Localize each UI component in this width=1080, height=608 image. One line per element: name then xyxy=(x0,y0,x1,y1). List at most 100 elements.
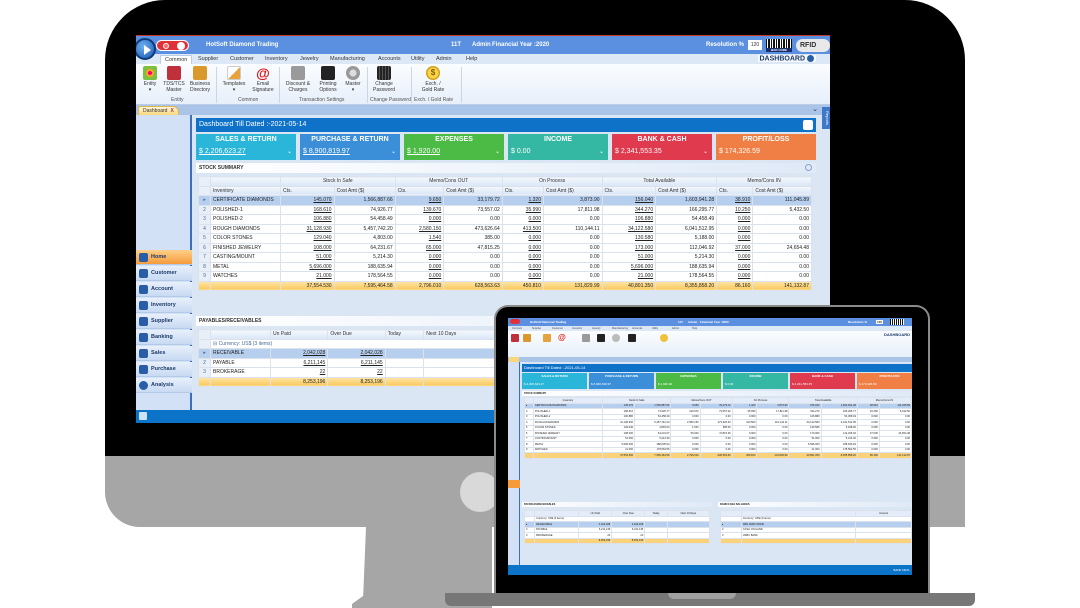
chevron-down-icon[interactable]: ⌄ xyxy=(703,148,708,155)
discount-charges-button[interactable]: Discount & Charges xyxy=(283,66,313,93)
templates-button[interactable]: Templates ▾ xyxy=(220,66,248,93)
kpi-income[interactable]: INCOME $ 0.00 xyxy=(723,373,788,389)
ribbon-tab-utility[interactable]: Utility xyxy=(407,55,428,63)
ribbon-tab-accounts[interactable]: Accounts xyxy=(632,327,642,330)
change-password-button[interactable]: Change Password xyxy=(370,66,398,93)
column-header-overdue[interactable]: Over Due xyxy=(327,329,386,340)
table-row[interactable]: 7 CASTING/MOUNT 51.000 5,214.30 0.000 0.00 0.0… xyxy=(198,252,812,263)
calculator-icon[interactable] xyxy=(582,334,590,342)
dashboard-label[interactable]: DASHBOARD xyxy=(757,55,816,63)
ribbon-tab-utility[interactable]: Utility xyxy=(652,327,658,330)
kpi-bank-cash[interactable]: BANK & CASH $ 2,341,553.35 ⌄ xyxy=(612,134,712,160)
table-row[interactable]: 2 PAYABLE 6,211,145 6,211,145 xyxy=(198,357,498,368)
column-header-unpaid[interactable]: Un Paid xyxy=(269,329,329,340)
sidebar-item-inventory[interactable]: Inventory xyxy=(136,298,192,313)
ribbon-tab-supplier[interactable]: Supplier xyxy=(532,327,541,330)
ribbon-tab-customer[interactable]: Customer xyxy=(552,327,563,330)
status-text[interactable]: BANK DETL xyxy=(893,568,910,572)
kpi-profit-loss[interactable]: PROFIT/LOSS $ 174,326.59 xyxy=(857,373,912,389)
ribbon-tab-manufacturing[interactable]: Manufacturing xyxy=(612,327,628,330)
column-header-cost-amt[interactable]: Cost Amt ($) xyxy=(443,185,503,196)
collapse-icon[interactable] xyxy=(805,164,812,171)
ribbon-tab-jewelry[interactable]: Jewelry xyxy=(296,55,323,63)
table-row[interactable]: ▸ CERTIFICATE DIAMONDS 145.070 1,566,887.66… xyxy=(198,195,812,206)
table-row[interactable]: 3 POLISHED-2 106.880 54,458.49 0.000 0.00 0.00… xyxy=(198,214,812,225)
power-toggle[interactable] xyxy=(510,319,520,324)
sidebar-item-customer[interactable]: Customer xyxy=(136,266,192,281)
ribbon-tab-customer[interactable]: Customer xyxy=(226,55,258,63)
directory-book-icon[interactable] xyxy=(523,334,531,342)
column-header-cts[interactable]: Cts. xyxy=(280,185,335,196)
chevron-down-icon[interactable]: ⌄ xyxy=(812,105,818,113)
gear-lock-icon[interactable] xyxy=(612,334,620,342)
column-header-cost-amt[interactable]: Cost Amt ($) xyxy=(655,185,718,196)
ribbon-tab-inventory[interactable]: Inventory xyxy=(261,55,292,63)
kpi-sales-return[interactable]: SALES & RETURN $ 2,206,623.27 ⌄ xyxy=(196,134,296,160)
kpi-income[interactable]: INCOME $ 0.00 ⌄ xyxy=(508,134,608,160)
ribbon-tab-jewelry[interactable]: Jewelry xyxy=(592,327,600,330)
sidebar-item-banking[interactable]: Banking xyxy=(136,330,192,345)
notes-icon[interactable] xyxy=(139,412,147,420)
column-header-inventory[interactable]: Inventory xyxy=(210,185,281,196)
chevron-down-icon[interactable]: ⌄ xyxy=(391,148,396,155)
ribbon-tab-accounts[interactable]: Accounts xyxy=(374,55,405,63)
power-toggle[interactable] xyxy=(156,40,189,51)
ribbon-tab-common[interactable]: Common xyxy=(160,55,193,64)
column-header-cts[interactable]: Cts. xyxy=(394,185,445,196)
column-header-cost-amt[interactable]: Cost Amt ($) xyxy=(333,185,396,196)
sidebar-item-home[interactable] xyxy=(508,480,520,488)
sidebar-item-purchase[interactable]: Purchase xyxy=(136,362,192,377)
ribbon-tab-admin[interactable]: Admin xyxy=(432,55,456,63)
sidebar-item-supplier[interactable]: Supplier xyxy=(136,314,192,329)
column-header-next-10-days[interactable]: Next 10 Days xyxy=(423,329,498,340)
column-header-cost-amt[interactable]: Cost Amt ($) xyxy=(752,185,812,196)
kpi-expenses[interactable]: EXPENSES $ 1,920.00 ⌄ xyxy=(404,134,504,160)
close-tab-icon[interactable]: X xyxy=(170,108,173,114)
currency-group-row[interactable]: ⊟ Currency: US$ (3 items) xyxy=(210,338,498,349)
chevron-down-icon[interactable]: ⌄ xyxy=(287,148,292,155)
pin-icon[interactable] xyxy=(803,120,813,130)
kpi-expenses[interactable]: EXPENSES $ 1,920.00 xyxy=(656,373,721,389)
ribbon-tab-inventory[interactable]: Inventory xyxy=(572,327,582,330)
business-directory-button[interactable]: Business Directory xyxy=(188,66,212,93)
printer-gear-icon[interactable] xyxy=(597,334,605,342)
sidebar-item-analysis[interactable]: Analysis xyxy=(136,378,192,393)
sidebar-item-sales[interactable]: Sales xyxy=(136,346,192,361)
rfid-button[interactable]: RFID xyxy=(796,39,830,52)
table-row[interactable]: 9 WATCHES 21.000 178,564.55 0.000 0.00 0.000 0.… xyxy=(198,271,812,282)
tds-tcs-master-button[interactable]: TDS/TCS Master xyxy=(163,66,185,93)
table-row[interactable]: 6 FINISHED JEWELRY 108.000 64,231.67 65.000 4… xyxy=(198,242,812,253)
printing-options-button[interactable]: Printing Options xyxy=(316,66,340,93)
column-header-cts[interactable]: Cts. xyxy=(716,185,754,196)
reports-side-tab[interactable]: Reports xyxy=(822,107,830,129)
resolution-input[interactable]: 120 xyxy=(748,40,762,50)
email-at-icon[interactable]: @ xyxy=(558,334,566,342)
barcode-icon[interactable]: BAR CODE xyxy=(766,39,792,52)
table-row[interactable]: ▸ RECEIVABLE 2,042,028 2,042,028 xyxy=(198,348,498,359)
table-row[interactable]: 2 POLISHED-1 168.610 74,926.77 139.670 73,557… xyxy=(198,204,812,215)
chevron-down-icon[interactable]: ⌄ xyxy=(495,148,500,155)
sidebar-item-account[interactable]: Account xyxy=(136,282,192,297)
kpi-purchase-return[interactable]: PURCHASE & RETURN $ 8,900,819.97 ⌄ xyxy=(300,134,400,160)
kpi-profit-loss[interactable]: PROFIT/LOSS $ 174,326.59 xyxy=(716,134,816,160)
table-row[interactable]: 5 COLOR STONES 129.040 4,803.00 1.540 385.00 0… xyxy=(198,233,812,244)
refresh-icon[interactable] xyxy=(807,55,814,62)
barcode-icon[interactable] xyxy=(890,319,904,325)
table-row[interactable]: 8 METAL 5,696.000 188,635.94 0.000 0.00 0.000 0… xyxy=(198,261,812,272)
tax-icon[interactable] xyxy=(511,334,519,342)
entity-button[interactable]: Entity ▾ xyxy=(140,66,160,93)
ribbon-tab-help[interactable]: Help xyxy=(692,327,697,330)
chevron-down-icon[interactable]: ⌄ xyxy=(599,148,604,155)
column-header-today[interactable]: Today xyxy=(384,329,425,340)
email-signature-button[interactable]: @ Email Signature xyxy=(250,66,276,93)
templates-icon[interactable] xyxy=(543,334,551,342)
table-row[interactable]: 3 BROKERAGE 22 22 xyxy=(198,367,498,378)
column-header-cost-amt[interactable]: Cost Amt ($) xyxy=(542,185,603,196)
column-header-cts[interactable]: Cts. xyxy=(501,185,544,196)
dollar-coin-icon[interactable] xyxy=(660,334,668,342)
column-header-cts[interactable]: Cts. xyxy=(601,185,657,196)
kpi-purchase-return[interactable]: PURCHASE & RETURN $ 8,900,819.97 xyxy=(589,373,654,389)
ribbon-tab-manufacturing[interactable]: Manufacturing xyxy=(326,55,369,63)
master-button[interactable]: Master ▾ xyxy=(342,66,364,93)
ribbon-tab-help[interactable]: Help xyxy=(462,55,481,63)
